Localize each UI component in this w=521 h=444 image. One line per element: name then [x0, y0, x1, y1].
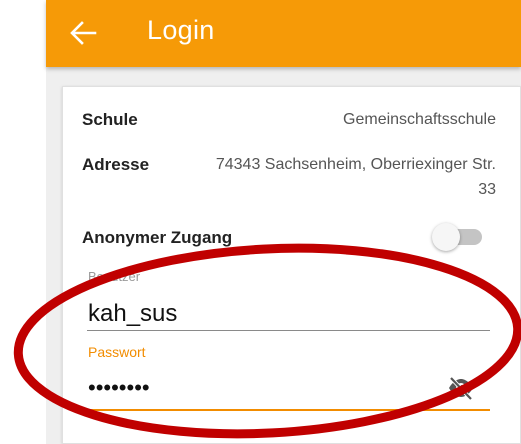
arrow-left-icon[interactable] — [69, 20, 97, 46]
username-label: Benutzer — [88, 269, 141, 284]
username-underline — [87, 330, 490, 331]
app-bar: Login — [46, 0, 521, 67]
page-title: Login — [147, 15, 215, 45]
password-label: Passwort — [88, 344, 146, 360]
address-line-2: 33 — [478, 181, 496, 198]
app-screen: Login Schule Gemeinschaftsschule Adresse… — [0, 0, 521, 444]
password-input[interactable] — [88, 375, 388, 401]
anonymous-access-toggle-thumb[interactable] — [432, 223, 460, 251]
school-value: Gemeinschaftsschule — [343, 111, 496, 128]
password-underline — [87, 409, 490, 411]
school-label: Schule — [82, 110, 138, 129]
eye-off-icon[interactable] — [446, 375, 476, 401]
address-label: Adresse — [82, 155, 150, 174]
address-line-1: 74343 Sachsenheim, Oberriexinger Str. — [215, 156, 496, 173]
username-input[interactable] — [88, 300, 388, 328]
anonymous-access-label: Anonymer Zugang — [82, 228, 233, 247]
